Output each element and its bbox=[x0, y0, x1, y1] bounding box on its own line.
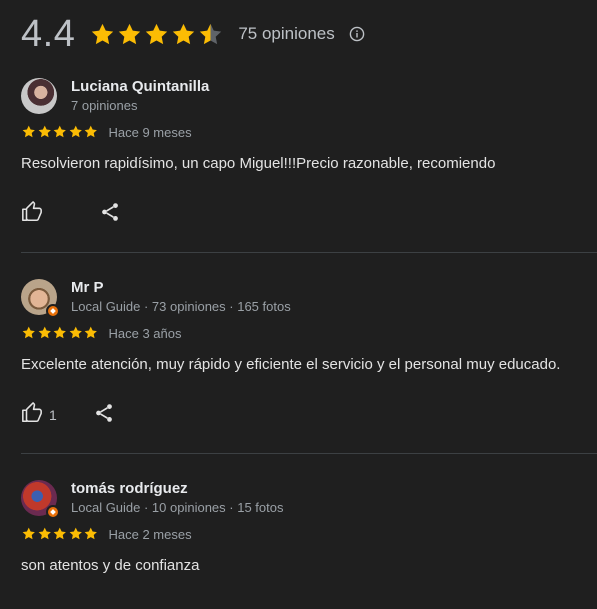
thumbs-up-icon bbox=[21, 401, 43, 429]
star-icon bbox=[53, 326, 66, 339]
rating-summary: 4.4 75 opiniones bbox=[21, 12, 365, 56]
review-date: Hace 2 meses bbox=[108, 526, 192, 542]
reviewer-name[interactable]: Luciana Quintanilla bbox=[71, 77, 209, 97]
review-stars bbox=[21, 124, 99, 140]
star-icon bbox=[53, 527, 66, 540]
like-button[interactable]: 1 bbox=[21, 401, 57, 429]
reviewer-name[interactable]: Mr P bbox=[71, 278, 291, 298]
star-icon bbox=[22, 527, 35, 540]
share-button[interactable] bbox=[93, 402, 115, 429]
local-guide-badge-icon bbox=[46, 304, 60, 318]
average-rating-stars bbox=[89, 21, 224, 48]
star-icon bbox=[92, 23, 114, 44]
review-card: tomás rodríguez Local Guide · 10 opinion… bbox=[21, 478, 597, 576]
star-icon bbox=[200, 23, 222, 44]
star-icon bbox=[22, 326, 35, 339]
review-date: Hace 9 meses bbox=[108, 124, 192, 140]
share-icon bbox=[93, 403, 115, 428]
reviewer-stats: 7 opiniones bbox=[71, 98, 138, 113]
star-icon bbox=[84, 326, 97, 339]
review-card: Luciana Quintanilla 7 opiniones Hace 9 m… bbox=[21, 76, 597, 226]
review-count[interactable]: 75 opiniones bbox=[238, 24, 334, 44]
star-icon bbox=[38, 125, 51, 138]
share-button[interactable] bbox=[99, 201, 121, 228]
star-icon bbox=[84, 527, 97, 540]
thumbs-up-icon bbox=[21, 200, 43, 228]
divider bbox=[21, 252, 597, 253]
star-icon bbox=[146, 23, 168, 44]
avatar[interactable] bbox=[21, 78, 57, 114]
review-card: Mr P Local Guide · 73 opiniones · 165 fo… bbox=[21, 277, 597, 427]
local-guide-badge-icon bbox=[46, 505, 60, 519]
star-icon bbox=[119, 23, 141, 44]
average-rating: 4.4 bbox=[21, 12, 76, 55]
star-icon bbox=[38, 326, 51, 339]
avatar[interactable] bbox=[21, 279, 60, 318]
review-stars bbox=[21, 325, 99, 341]
review-stars bbox=[21, 526, 99, 542]
avatar[interactable] bbox=[21, 480, 60, 519]
reviewer-stats: Local Guide · 10 opiniones · 15 fotos bbox=[71, 500, 284, 515]
star-icon bbox=[69, 527, 82, 540]
star-icon bbox=[173, 23, 195, 44]
star-icon bbox=[22, 125, 35, 138]
reviewer-name[interactable]: tomás rodríguez bbox=[71, 479, 283, 499]
review-text: Excelente atención, muy rápido y eficien… bbox=[21, 356, 561, 373]
star-icon bbox=[84, 125, 97, 138]
star-icon bbox=[53, 125, 66, 138]
reviewer-stats: Local Guide · 73 opiniones · 165 fotos bbox=[71, 299, 291, 314]
review-text: son atentos y de confianza bbox=[21, 557, 200, 574]
divider bbox=[21, 453, 597, 454]
review-date: Hace 3 años bbox=[108, 325, 182, 341]
info-icon[interactable] bbox=[349, 26, 365, 42]
like-count: 1 bbox=[49, 407, 57, 423]
share-icon bbox=[99, 202, 121, 227]
star-icon bbox=[38, 527, 51, 540]
star-icon bbox=[69, 125, 82, 138]
review-text: Resolvieron rapidísimo, un capo Miguel!!… bbox=[21, 155, 496, 172]
star-icon bbox=[69, 326, 82, 339]
like-button[interactable] bbox=[21, 200, 49, 228]
